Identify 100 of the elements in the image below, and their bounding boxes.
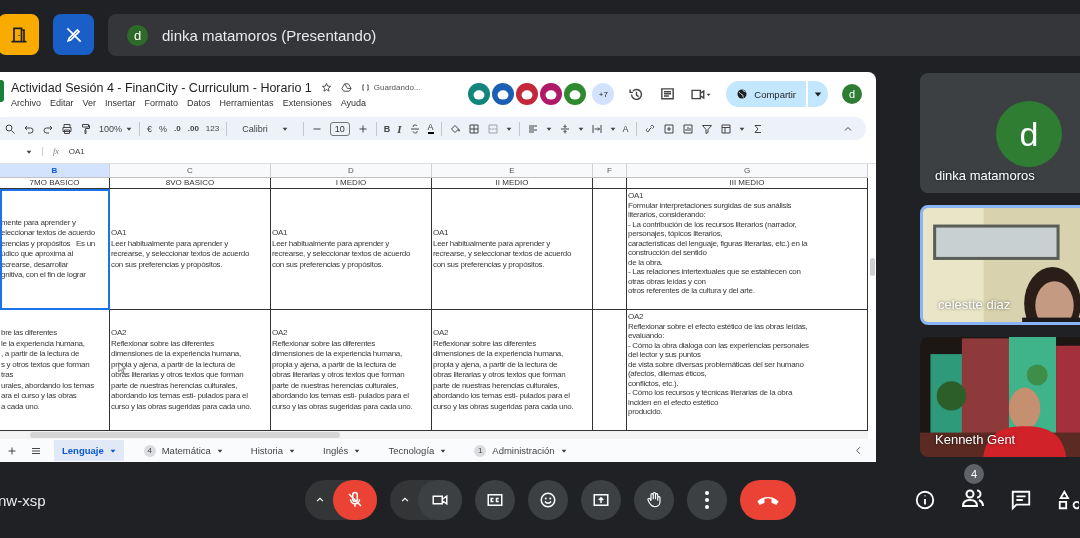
bold-button[interactable]: B — [383, 123, 391, 134]
menu-item[interactable]: Editar — [50, 97, 74, 108]
text-color-button[interactable]: A — [427, 123, 434, 134]
more-vertical-icon — [705, 491, 709, 509]
column-header[interactable]: F — [593, 164, 627, 178]
formula-field[interactable]: OA1 — [68, 147, 85, 156]
filter-icon[interactable] — [700, 122, 713, 135]
strikethrough-icon[interactable] — [408, 122, 421, 135]
caret-icon[interactable] — [577, 125, 584, 132]
borders-icon[interactable] — [467, 122, 480, 135]
menu-item[interactable]: Extensiones — [282, 97, 332, 108]
table-cell: I MEDIO — [271, 178, 432, 189]
info-icon[interactable] — [914, 489, 936, 511]
microphone-button[interactable] — [333, 480, 377, 520]
share-options-button[interactable] — [807, 81, 828, 107]
paint-format-icon[interactable] — [80, 122, 92, 135]
collaborator-avatar[interactable] — [564, 83, 587, 105]
more-collaborators-badge[interactable]: +7 — [592, 83, 615, 105]
account-avatar[interactable]: d — [842, 84, 862, 104]
zoom-dropdown[interactable]: 100% — [99, 123, 133, 134]
functions-icon[interactable] — [751, 122, 764, 135]
name-box-caret-icon[interactable] — [26, 148, 32, 155]
door-button[interactable] — [0, 14, 39, 55]
microphone-off-icon — [346, 491, 364, 509]
text-rotation-button[interactable]: A — [622, 123, 629, 134]
participant-tile[interactable]: Kenneth Gent — [920, 337, 1080, 457]
annotate-button[interactable] — [53, 14, 94, 55]
caret-icon — [560, 447, 567, 454]
collaborator-avatar[interactable] — [516, 83, 539, 105]
sheet-tab[interactable]: Tecnología — [380, 440, 455, 461]
column-header[interactable]: C — [110, 164, 271, 178]
print-icon[interactable] — [61, 122, 73, 135]
caret-icon — [440, 447, 447, 454]
sheet-tab[interactable]: 1 Administración — [466, 440, 575, 461]
column-header[interactable]: D — [271, 164, 432, 178]
sheet-tab[interactable]: Lenguaje — [54, 440, 124, 461]
participant-tile[interactable]: d dinka matamoros — [920, 73, 1080, 193]
vertical-align-icon[interactable] — [558, 122, 571, 135]
sheet-tab[interactable]: Historia — [242, 440, 303, 461]
activities-icon[interactable] — [1057, 489, 1079, 511]
decrease-decimals-button[interactable]: .0 — [174, 124, 181, 133]
document-title[interactable]: Actividad Sesión 4 - FinanCity - Curriculum - Horario 1 — [11, 80, 312, 95]
column-header[interactable]: G — [627, 164, 868, 178]
fill-color-icon[interactable] — [448, 122, 461, 135]
font-size-field[interactable]: 10 — [329, 121, 350, 136]
table-view-icon[interactable] — [719, 122, 732, 135]
drive-icon[interactable] — [340, 82, 352, 93]
horizontal-scrollbar[interactable] — [30, 432, 340, 438]
collaborator-avatar[interactable] — [540, 83, 563, 105]
reactions-button[interactable] — [528, 480, 568, 520]
caret-icon[interactable] — [505, 125, 512, 132]
present-button[interactable] — [581, 480, 621, 520]
caret-icon — [109, 447, 116, 454]
menu-item[interactable]: Datos — [187, 97, 211, 108]
save-status: Guardando... — [373, 83, 421, 92]
presenter-avatar: d — [127, 24, 148, 46]
end-call-button[interactable] — [740, 480, 796, 520]
menu-item[interactable]: Ayuda — [340, 97, 366, 108]
merge-cells-icon[interactable] — [486, 122, 499, 135]
end-call-icon — [757, 495, 779, 505]
caret-icon[interactable] — [545, 125, 552, 132]
link-icon[interactable] — [643, 122, 656, 135]
currency-format-button[interactable]: € — [147, 123, 153, 134]
chart-icon[interactable] — [681, 122, 694, 135]
menu-item[interactable]: Insertar — [105, 97, 136, 108]
table-cell: III MEDIO — [627, 178, 868, 189]
collaborator-avatar[interactable] — [492, 83, 515, 105]
percent-format-button[interactable]: % — [159, 123, 168, 134]
chat-icon[interactable] — [1010, 489, 1032, 511]
sheet-tab[interactable]: Inglés — [315, 440, 369, 461]
collaborator-avatar[interactable] — [468, 83, 491, 105]
menu-item[interactable]: Herramientas — [219, 97, 274, 108]
vertical-scrollbar[interactable] — [870, 258, 875, 276]
caret-icon[interactable] — [609, 125, 616, 132]
captions-button[interactable] — [475, 480, 515, 520]
caret-icon[interactable] — [738, 125, 745, 132]
font-dropdown[interactable]: Calibri — [242, 123, 288, 134]
table-cell: OA1 Leer habitualmente para aprender y recrearse, y seleccionar textos de acuerdo con sus preferencias y propósitos. — [110, 189, 271, 310]
italic-button[interactable]: I — [397, 122, 402, 135]
increase-decimals-button[interactable]: .00 — [187, 124, 199, 133]
sheet-tab[interactable]: 4 Matemática — [135, 440, 231, 461]
share-button[interactable]: Compartir — [726, 81, 806, 107]
participant-name: celestte diaz — [938, 297, 1011, 312]
menu-item[interactable]: Formato — [144, 97, 179, 108]
people-count-badge: 4 — [964, 464, 984, 484]
more-options-button[interactable] — [687, 480, 727, 520]
text-wrap-icon[interactable] — [590, 122, 603, 135]
add-comment-icon[interactable] — [662, 122, 675, 135]
comment-count-badge: 1 — [474, 444, 487, 457]
participant-avatar: d — [996, 101, 1062, 167]
menu-item[interactable]: Ver — [82, 97, 97, 108]
menu-item[interactable]: Archivo — [11, 97, 41, 108]
column-header[interactable]: B — [0, 164, 110, 178]
globe-icon — [736, 88, 749, 100]
search-icon[interactable] — [4, 122, 16, 135]
camera-button[interactable] — [418, 480, 462, 520]
number-format-button[interactable]: 123 — [205, 124, 220, 133]
raise-hand-button[interactable] — [634, 480, 674, 520]
column-header[interactable]: E — [432, 164, 593, 178]
star-icon[interactable] — [320, 82, 332, 93]
